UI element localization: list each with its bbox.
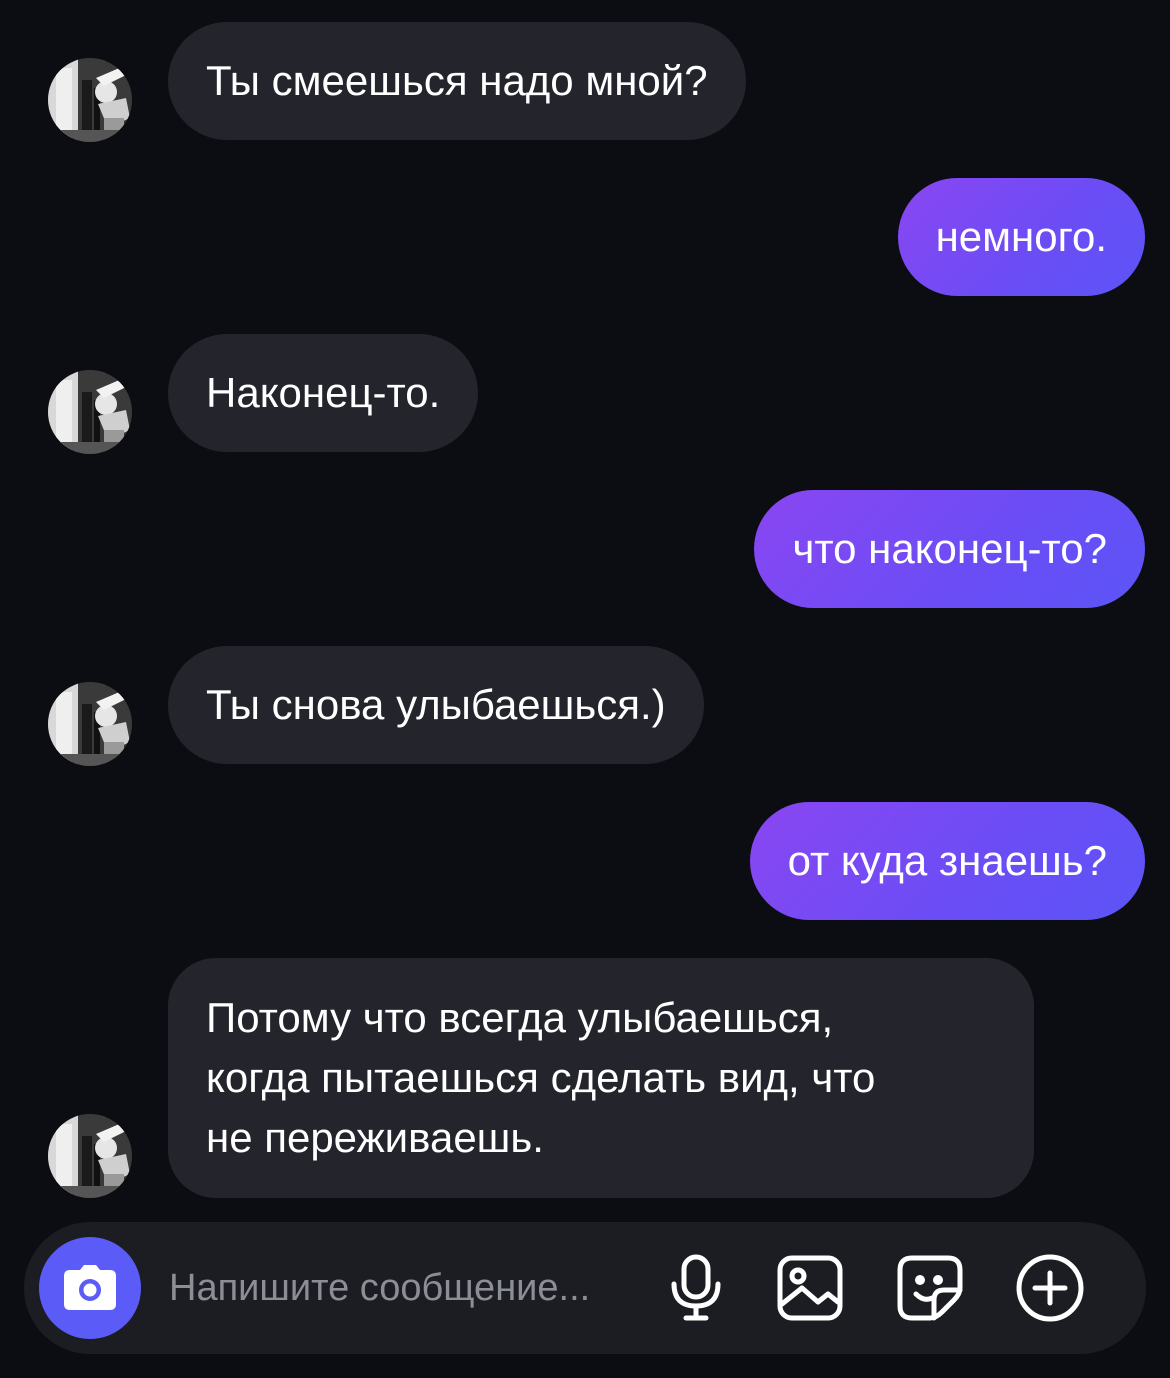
- microphone-button[interactable]: [656, 1248, 736, 1328]
- avatar[interactable]: [48, 682, 132, 766]
- message-bubble-outgoing[interactable]: что наконец-то?: [754, 490, 1145, 608]
- message-text: Ты смеешься надо мной?: [206, 57, 708, 104]
- add-attachment-button[interactable]: [1010, 1248, 1090, 1328]
- message-text: Наконец-то.: [206, 369, 441, 416]
- message-bubble-incoming[interactable]: Наконец-то.: [168, 334, 479, 452]
- message-text-line: когда пытаешься сделать вид, что: [206, 1054, 876, 1101]
- message-text-line: не переживаешь.: [206, 1114, 544, 1161]
- message-text: от куда знаешь?: [787, 837, 1107, 884]
- avatar-image: [48, 58, 132, 142]
- camera-icon: [64, 1265, 116, 1310]
- avatar-image: [48, 370, 132, 454]
- message-text: немного.: [935, 213, 1107, 260]
- avatar-image: [48, 682, 132, 766]
- sticker-icon: [897, 1255, 963, 1321]
- avatar[interactable]: [48, 58, 132, 142]
- message-text: что наконец-то?: [792, 525, 1107, 572]
- plus-icon: [1016, 1254, 1084, 1322]
- message-text-line: Потому что всегда улыбаешься,: [206, 994, 834, 1041]
- message-bubble-outgoing[interactable]: от куда знаешь?: [749, 802, 1145, 920]
- message-bubble-incoming[interactable]: Ты снова улыбаешься.): [168, 646, 704, 764]
- avatar[interactable]: [48, 370, 132, 454]
- sticker-button[interactable]: [890, 1248, 970, 1328]
- message-bubble-incoming[interactable]: Ты смеешься надо мной?: [168, 22, 746, 140]
- message-bubble-incoming[interactable]: Потому что всегда улыбаешься, когда пыта…: [168, 958, 1034, 1198]
- message-text: Ты снова улыбаешься.): [206, 681, 666, 728]
- avatar-image: [48, 1114, 132, 1198]
- message-input[interactable]: [169, 1258, 639, 1318]
- camera-button[interactable]: [39, 1237, 141, 1339]
- avatar[interactable]: [48, 1114, 132, 1198]
- message-bubble-outgoing[interactable]: немного.: [897, 178, 1145, 296]
- message-composer: [24, 1222, 1146, 1354]
- image-icon: [777, 1255, 843, 1321]
- gallery-button[interactable]: [770, 1248, 850, 1328]
- microphone-icon: [671, 1254, 721, 1321]
